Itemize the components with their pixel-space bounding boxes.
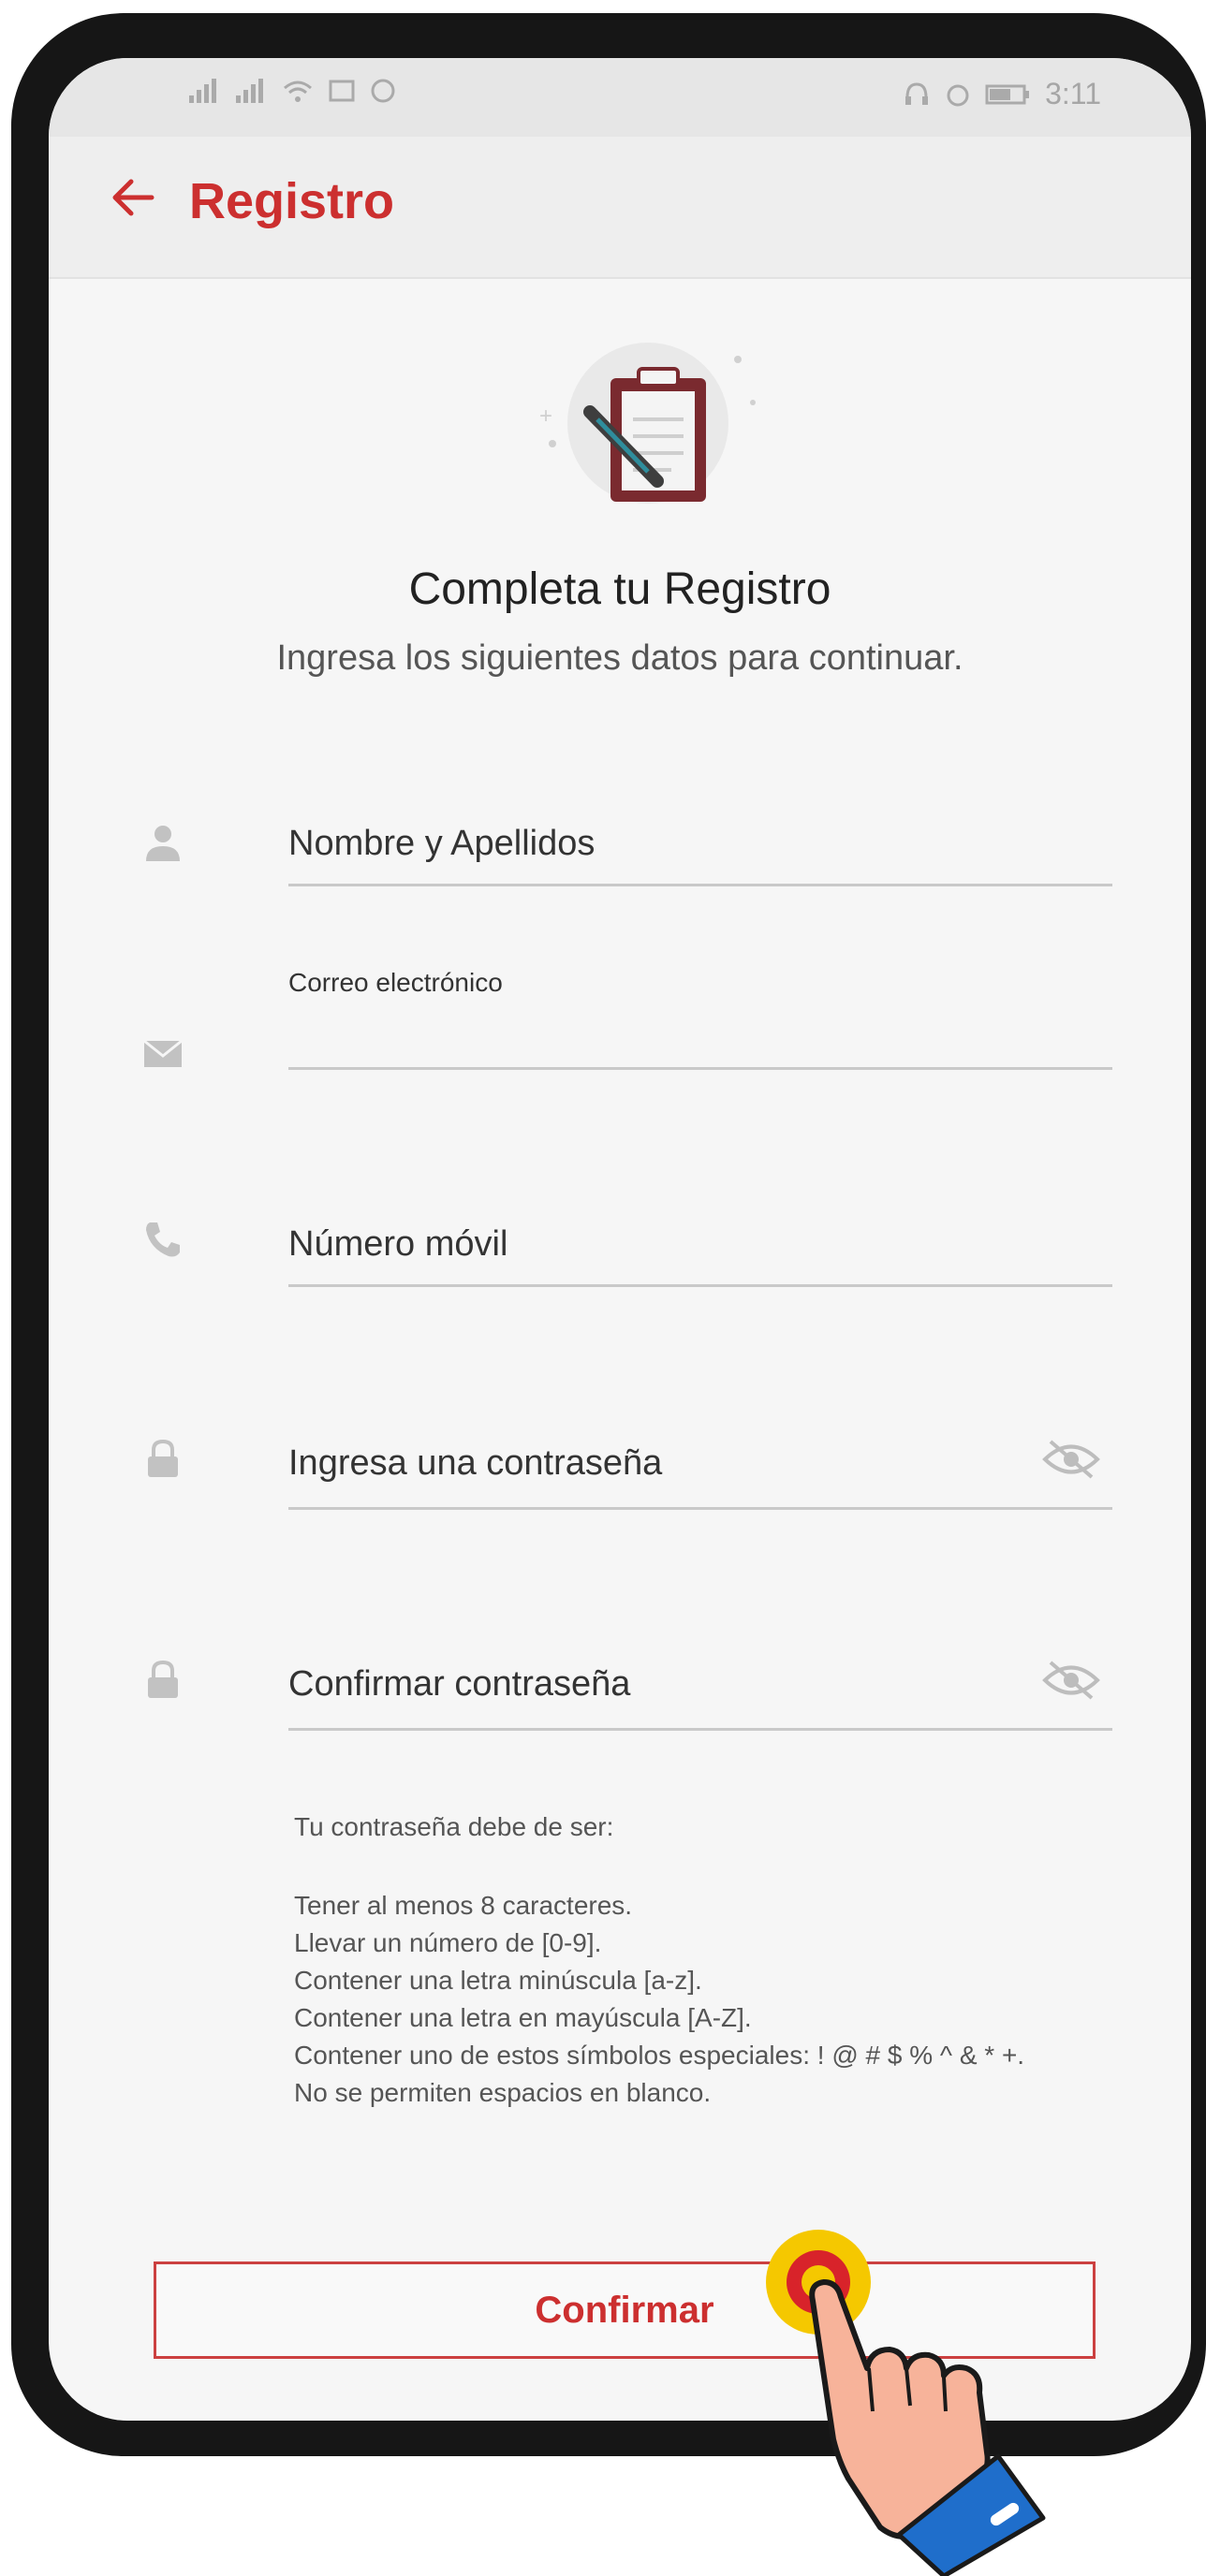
signal-icon — [236, 79, 263, 103]
email-field[interactable]: Correo electrónico — [142, 968, 1116, 1090]
phone-icon — [146, 1222, 180, 1257]
status-time: 3:11 — [1045, 77, 1101, 110]
email-underline — [288, 1067, 1112, 1070]
confirm-password-underline — [288, 1728, 1112, 1731]
name-input[interactable]: Nombre y Apellidos — [288, 824, 595, 864]
password-rule-item: Contener una letra minúscula [a-z]. — [294, 1966, 702, 1995]
app-bar: Registro — [49, 137, 1191, 279]
pointing-hand-icon — [766, 2230, 1046, 2576]
phone-input[interactable]: Número móvil — [288, 1224, 507, 1265]
status-icons-right: 3:11 — [903, 77, 1101, 111]
page-subtitle: Ingresa los siguientes datos para contin… — [276, 638, 963, 678]
signal-icon — [189, 79, 216, 103]
whatsapp-icon — [371, 79, 395, 103]
lock-icon — [148, 1439, 178, 1477]
password-rule-item: Contener uno de estos símbolos especiale… — [294, 2041, 1025, 2070]
svg-text:+: + — [539, 403, 552, 429]
name-field[interactable]: Nombre y Apellidos — [142, 798, 1116, 919]
confirm-password-input[interactable]: Confirmar contraseña — [288, 1664, 630, 1705]
screen: 3:11 Registro + Completa tu Registro Ing… — [49, 58, 1191, 2421]
password-rule-item: Llevar un número de [0-9]. — [294, 1928, 602, 1957]
back-arrow-icon[interactable] — [105, 165, 161, 230]
password-field[interactable]: Ingresa una contraseña — [142, 1417, 1116, 1539]
eye-off-icon[interactable] — [1041, 1436, 1101, 1483]
lock-icon — [148, 1660, 178, 1698]
clipboard-icon: + — [539, 343, 756, 504]
notification-icon — [329, 80, 355, 102]
password-underline — [288, 1507, 1112, 1510]
phone-frame: 3:11 Registro + Completa tu Registro Ing… — [11, 13, 1206, 2456]
phone-field[interactable]: Número móvil — [142, 1200, 1116, 1322]
headset-icon — [905, 81, 929, 105]
confirm-button-label: Confirmar — [535, 2289, 714, 2331]
password-rules-heading: Tu contraseña debe de ser: — [294, 1812, 614, 1841]
app-title: Registro — [189, 173, 395, 229]
password-rule-item: No se permiten espacios en blanco. — [294, 2078, 712, 2107]
email-label: Correo electrónico — [288, 968, 503, 997]
password-rule-item: Tener al menos 8 caracteres. — [294, 1891, 633, 1920]
name-underline — [288, 884, 1112, 886]
eye-off-icon[interactable] — [1041, 1657, 1101, 1704]
page-title: Completa tu Registro — [408, 564, 831, 614]
password-rules: Tu contraseña debe de ser: Tener al meno… — [294, 1808, 1118, 2112]
mail-icon — [143, 1039, 183, 1067]
wifi-icon — [284, 80, 312, 102]
status-icons-left — [187, 77, 397, 105]
phone-underline — [288, 1284, 1112, 1287]
confirm-password-field[interactable]: Confirmar contraseña — [142, 1638, 1116, 1760]
battery-icon — [985, 84, 1030, 104]
status-bar: 3:11 — [49, 58, 1191, 137]
user-icon — [146, 826, 180, 861]
password-rule-item: Contener una letra en mayúscula [A-Z]. — [294, 2003, 752, 2032]
password-input[interactable]: Ingresa una contraseña — [288, 1443, 662, 1484]
alarm-icon — [947, 84, 969, 106]
